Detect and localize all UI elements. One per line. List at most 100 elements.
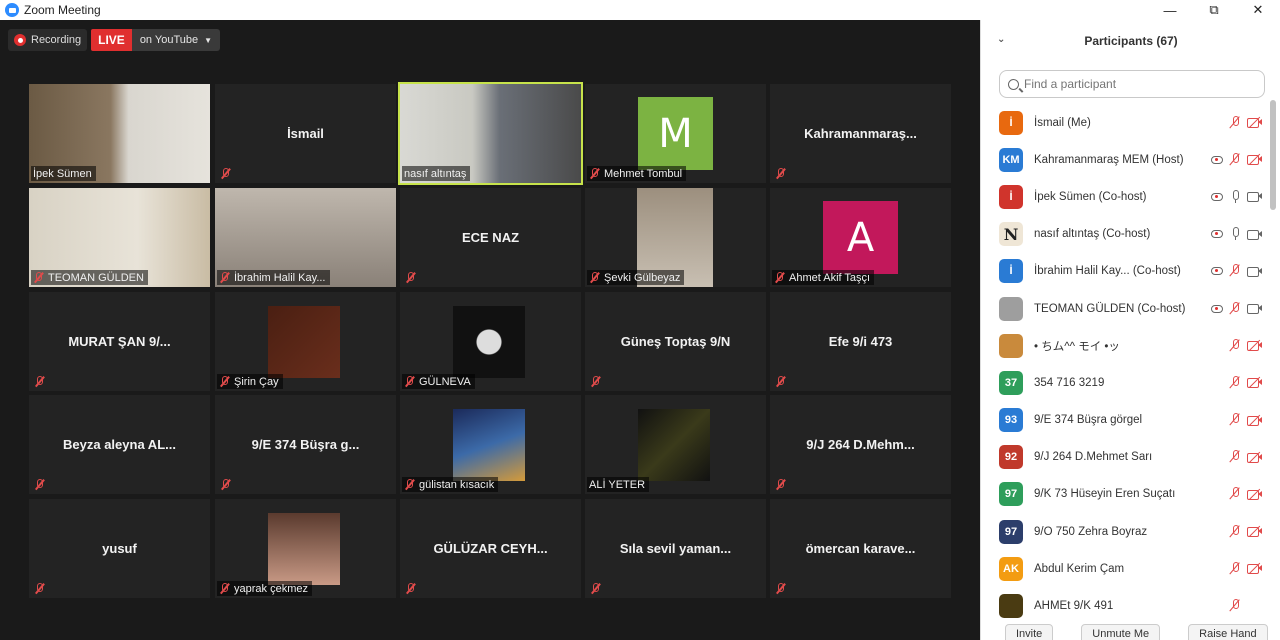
close-button[interactable]: ✕ xyxy=(1236,0,1280,20)
stream-destination-dropdown[interactable]: on YouTube ▼ xyxy=(131,29,221,51)
participant-search[interactable] xyxy=(999,70,1265,98)
mic-muted-icon[interactable] xyxy=(1229,375,1241,390)
video-tile[interactable]: Sıla sevil yaman... xyxy=(585,499,766,598)
panel-header: ⌄ Participants (67) xyxy=(981,20,1280,62)
mic-muted-icon[interactable] xyxy=(1229,561,1241,576)
participant-avatar xyxy=(999,333,1023,358)
video-tile[interactable]: İsmail xyxy=(215,84,396,183)
video-tile[interactable]: Efe 9/i 473 xyxy=(770,292,951,391)
video-tile[interactable]: 9/J 264 D.Mehm... xyxy=(770,395,951,494)
video-tile[interactable]: nasıf altıntaş xyxy=(398,82,583,185)
minimize-button[interactable]: — xyxy=(1148,0,1192,20)
participant-avatar xyxy=(999,594,1023,619)
participant-row[interactable]: • ちム^^ モイ •ッ xyxy=(981,327,1271,364)
video-tile[interactable]: MURAT ŞAN 9/... xyxy=(29,292,210,391)
mic-icon[interactable] xyxy=(1229,227,1241,241)
chevron-down-icon[interactable]: ⌄ xyxy=(997,34,1005,45)
participant-row[interactable]: AHMEt 9/K 491 xyxy=(981,587,1271,624)
participant-row[interactable]: 97 9/K 73 Hüseyin Eren Suçatı xyxy=(981,476,1271,513)
tile-participant-name: Kahramanmaraş... xyxy=(804,126,917,141)
recording-indicator[interactable]: Recording xyxy=(8,29,88,51)
mic-muted-icon[interactable] xyxy=(1229,524,1241,539)
video-tile[interactable]: yusuf xyxy=(29,499,210,598)
participant-row[interactable]: 93 9/E 374 Büşra görgel xyxy=(981,402,1271,439)
participant-list-scrollbar[interactable] xyxy=(1270,100,1276,210)
video-tile[interactable]: Şevki Gülbeyaz xyxy=(585,188,766,287)
video-tile[interactable]: Güneş Toptaş 9/N xyxy=(585,292,766,391)
mic-muted-icon[interactable] xyxy=(1229,413,1241,427)
mic-muted-icon[interactable] xyxy=(1229,301,1241,316)
camera-off-icon[interactable] xyxy=(1247,116,1263,129)
participant-status-icons xyxy=(1229,599,1263,613)
mic-muted-icon xyxy=(775,583,786,594)
participant-row[interactable]: İ İpek Sümen (Co-host) xyxy=(981,178,1271,215)
mic-muted-icon[interactable] xyxy=(1229,450,1241,464)
video-tile[interactable]: İpek Sümen xyxy=(29,84,210,183)
camera-off-icon[interactable] xyxy=(1247,451,1263,464)
participant-row[interactable]: 97 9/O 750 Zehra Boyraz xyxy=(981,513,1271,550)
camera-off-icon[interactable] xyxy=(1247,488,1263,501)
video-tile[interactable]: M Mehmet Tombul xyxy=(585,84,766,183)
tile-name-label: Ahmet Akif Taşçı xyxy=(772,270,875,285)
tile-name-text: GÜLNEVA xyxy=(419,375,471,388)
video-tile[interactable]: ömercan karave... xyxy=(770,499,951,598)
video-tile[interactable]: ALİ YETER xyxy=(585,395,766,494)
mic-muted-icon[interactable] xyxy=(1229,152,1241,167)
mic-muted-icon[interactable] xyxy=(1229,338,1241,353)
camera-off-icon[interactable] xyxy=(1247,563,1263,575)
video-tile[interactable]: 9/E 374 Büşra g... xyxy=(215,395,396,494)
participant-avatar: N xyxy=(999,222,1023,247)
tile-name-label: Şirin Çay xyxy=(217,374,283,389)
video-tile[interactable]: Şirin Çay xyxy=(215,292,396,391)
mic-muted-icon xyxy=(774,272,785,283)
video-tile[interactable]: Beyza aleyna AL... xyxy=(29,395,210,494)
camera-icon[interactable] xyxy=(1247,303,1263,315)
mic-muted-icon[interactable] xyxy=(1229,115,1241,130)
video-tile[interactable]: gülistan kısacık xyxy=(400,395,581,494)
mic-muted-icon[interactable] xyxy=(1229,599,1241,613)
video-tile[interactable]: İbrahim Halil Kay... xyxy=(215,188,396,287)
camera-off-icon[interactable] xyxy=(1247,525,1263,538)
participant-row[interactable]: 37 354 716 3219 xyxy=(981,364,1271,401)
video-tile[interactable]: Kahramanmaraş... xyxy=(770,84,951,183)
camera-off-icon[interactable] xyxy=(1247,153,1263,166)
participant-status-icons xyxy=(1229,561,1263,576)
tile-name-text: ALİ YETER xyxy=(589,478,646,491)
raise-hand-button[interactable]: Raise Hand xyxy=(1188,624,1268,640)
video-tile[interactable]: GÜLÜZAR CEYH... xyxy=(400,499,581,598)
participant-row[interactable]: AK Abdul Kerim Çam xyxy=(981,550,1271,587)
search-input[interactable] xyxy=(1024,77,1244,91)
participant-avatar: 97 xyxy=(999,519,1023,544)
video-tile[interactable]: ECE NAZ xyxy=(400,188,581,287)
participant-status-icons xyxy=(1229,338,1263,353)
participant-row[interactable]: İ İsmail (Me) xyxy=(981,104,1271,141)
video-tile[interactable]: TEOMAN GÜLDEN xyxy=(29,188,210,287)
video-tile[interactable]: A Ahmet Akif Taşçı xyxy=(770,188,951,287)
tile-name-text: yaprak çekmez xyxy=(234,582,308,595)
participant-row[interactable]: Nnasıf altıntaş (Co-host) xyxy=(981,216,1271,253)
camera-icon[interactable] xyxy=(1247,266,1263,277)
participant-row[interactable]: TEOMAN GÜLDEN (Co-host) xyxy=(981,290,1271,327)
tile-name-text: gülistan kısacık xyxy=(419,478,495,491)
mic-icon[interactable] xyxy=(1229,189,1241,204)
restore-button[interactable]: ⧉ xyxy=(1192,0,1236,20)
video-tile[interactable]: yaprak çekmez xyxy=(215,499,396,598)
live-badge[interactable]: LIVE xyxy=(91,29,132,51)
camera-off-icon[interactable] xyxy=(1247,377,1263,389)
participant-avatar: İ xyxy=(999,259,1023,284)
participant-row[interactable]: İ İbrahim Halil Kay... (Co-host) xyxy=(981,253,1271,290)
camera-off-icon[interactable] xyxy=(1247,414,1263,426)
participant-row[interactable]: 92 9/J 264 D.Mehmet Sarı xyxy=(981,439,1271,476)
recording-icon xyxy=(1211,304,1223,313)
participant-row[interactable]: KM Kahramanmaraş MEM (Host) xyxy=(981,141,1271,178)
invite-button[interactable]: Invite xyxy=(1005,624,1054,640)
mic-muted-icon[interactable] xyxy=(1229,487,1241,501)
unmute-me-button[interactable]: Unmute Me xyxy=(1081,624,1161,640)
participant-avatar: 93 xyxy=(999,408,1023,433)
mic-muted-icon[interactable] xyxy=(1229,264,1241,278)
video-gallery: Recording LIVE on YouTube ▼ İpek Sümen İs… xyxy=(0,20,980,640)
camera-off-icon[interactable] xyxy=(1247,339,1263,352)
camera-icon[interactable] xyxy=(1247,229,1263,240)
video-tile[interactable]: GÜLNEVA xyxy=(400,292,581,391)
camera-icon[interactable] xyxy=(1247,191,1263,203)
